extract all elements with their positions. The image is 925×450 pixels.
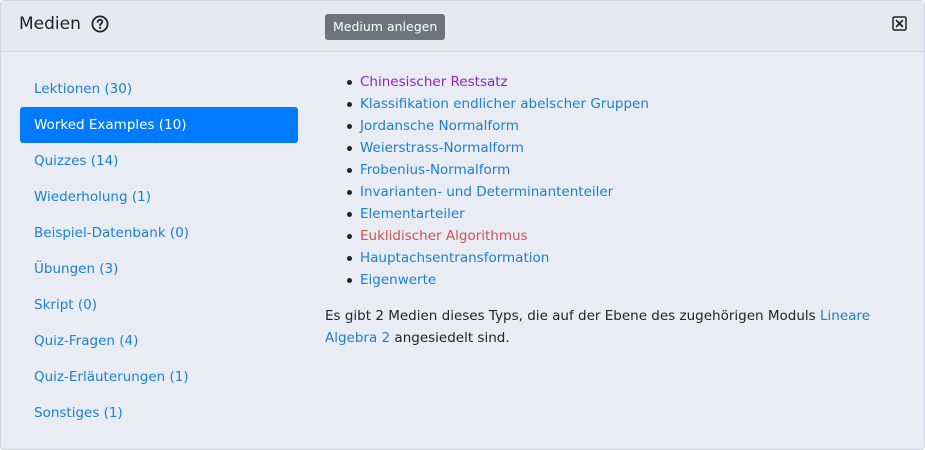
sidebar-item[interactable]: Quiz-Erläuterungen (1) xyxy=(20,359,298,395)
close-icon[interactable] xyxy=(892,16,907,31)
bullet-icon xyxy=(347,256,352,261)
list-item: Klassifikation endlicher abelscher Grupp… xyxy=(345,93,649,115)
media-link[interactable]: Elementarteiler xyxy=(360,206,465,222)
bullet-icon xyxy=(347,102,352,107)
media-list: Chinesischer Restsatz Klassifikation endl… xyxy=(345,71,649,291)
info-text: Es gibt 2 Medien dieses Typs, die auf de… xyxy=(325,305,905,349)
list-item: Eigenwerte xyxy=(345,269,649,291)
card-header: Medien Medium anlegen xyxy=(1,1,924,52)
list-item: Euklidischer Algorithmus xyxy=(345,225,649,247)
media-type-sidebar: Lektionen (30) Worked Examples (10) Quizze… xyxy=(20,71,298,431)
sidebar-item[interactable]: Sonstiges (1) xyxy=(20,395,298,431)
list-item: Jordansche Normalform xyxy=(345,115,649,137)
sidebar-item[interactable]: Wiederholung (1) xyxy=(20,179,298,215)
media-link[interactable]: Invarianten- und Determinantenteiler xyxy=(360,184,613,200)
list-item: Chinesischer Restsatz xyxy=(345,71,649,93)
bullet-icon xyxy=(347,146,352,151)
bullet-icon xyxy=(347,234,352,239)
info-text-before: Es gibt 2 Medien dieses Typs, die auf de… xyxy=(325,308,820,324)
sidebar-item[interactable]: Übungen (3) xyxy=(20,251,298,287)
bullet-icon xyxy=(347,278,352,283)
media-link[interactable]: Euklidischer Algorithmus xyxy=(360,228,528,244)
list-item: Frobenius-Normalform xyxy=(345,159,649,181)
media-link[interactable]: Jordansche Normalform xyxy=(360,118,519,134)
list-item: Hauptachsentransformation xyxy=(345,247,649,269)
card-title: Medien xyxy=(19,14,81,34)
sidebar-item[interactable]: Skript (0) xyxy=(20,287,298,323)
media-link[interactable]: Eigenwerte xyxy=(360,272,436,288)
bullet-icon xyxy=(347,190,352,195)
media-link[interactable]: Frobenius-Normalform xyxy=(360,162,510,178)
bullet-icon xyxy=(347,168,352,173)
bullet-icon xyxy=(347,80,352,85)
sidebar-item[interactable]: Beispiel-Datenbank (0) xyxy=(20,215,298,251)
bullet-icon xyxy=(347,212,352,217)
bullet-icon xyxy=(347,124,352,129)
sidebar-item[interactable]: Quiz-Fragen (4) xyxy=(20,323,298,359)
sidebar-item[interactable]: Worked Examples (10) xyxy=(20,107,298,143)
list-item: Elementarteiler xyxy=(345,203,649,225)
list-item: Weierstrass-Normalform xyxy=(345,137,649,159)
media-card: Medien Medium anlegen Lektionen (30) Work… xyxy=(0,0,925,450)
info-text-after: angesiedelt sind. xyxy=(390,330,510,346)
list-item: Invarianten- und Determinantenteiler xyxy=(345,181,649,203)
sidebar-item[interactable]: Lektionen (30) xyxy=(20,71,298,107)
sidebar-item[interactable]: Quizzes (14) xyxy=(20,143,298,179)
new-medium-button[interactable]: Medium anlegen xyxy=(325,14,446,40)
question-circle-icon[interactable] xyxy=(91,15,109,33)
media-link[interactable]: Chinesischer Restsatz xyxy=(360,74,508,90)
media-link[interactable]: Hauptachsentransformation xyxy=(360,250,549,266)
media-link[interactable]: Klassifikation endlicher abelscher Grupp… xyxy=(360,96,649,112)
media-link[interactable]: Weierstrass-Normalform xyxy=(360,140,524,156)
